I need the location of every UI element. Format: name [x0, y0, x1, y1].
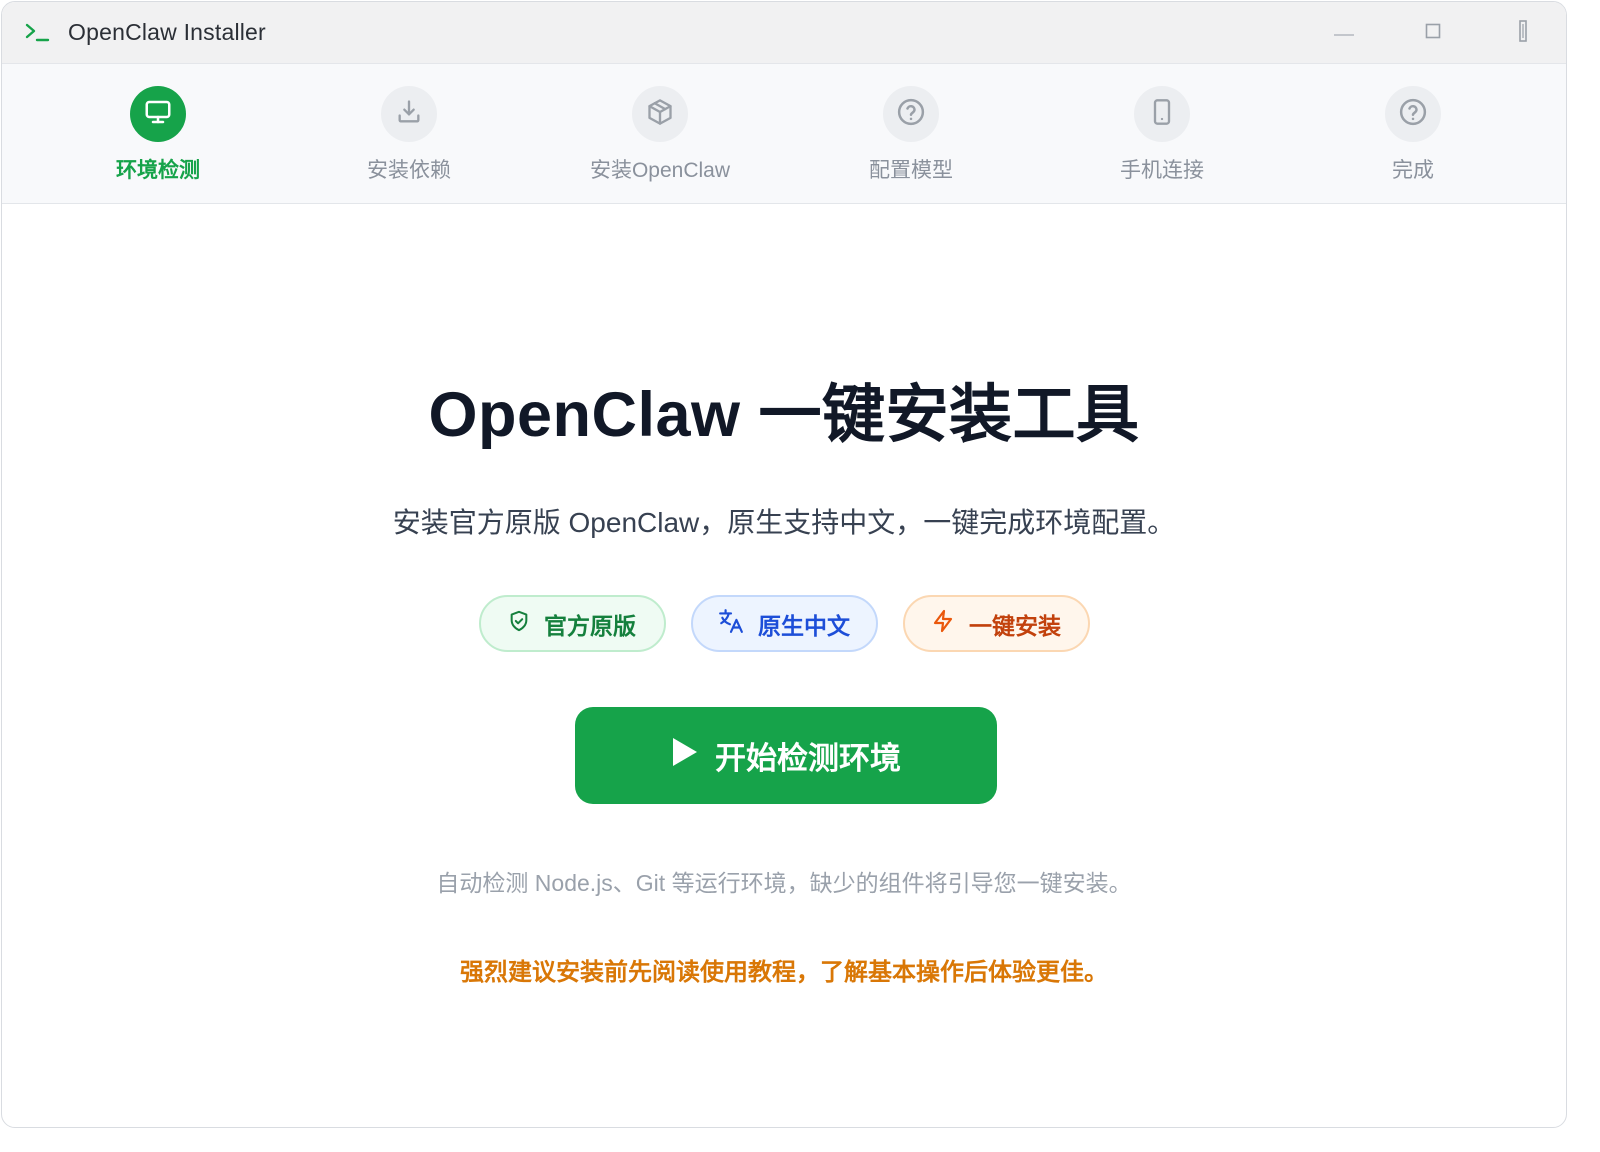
hint-text: 自动检测 Node.js、Git 等运行环境，缺少的组件将引导您一键安装。 — [436, 870, 1132, 896]
title-bar: OpenClaw Installer — [2, 2, 1566, 64]
close-button[interactable] — [1503, 14, 1543, 52]
maximize-icon — [1425, 23, 1441, 44]
step-label: 安装依赖 — [367, 159, 451, 182]
step-circle — [381, 86, 437, 142]
step-progress-bar: 环境检测 安装依赖 安装OpenClaw 配置模型 手机连接 完成 — [2, 64, 1566, 204]
smartphone-icon — [1148, 97, 1176, 132]
badge-label: 官方原版 — [544, 612, 636, 639]
badge-one-click: 一键安装 — [902, 595, 1090, 652]
start-check-button[interactable]: 开始检测环境 — [575, 707, 997, 804]
step-circle — [883, 86, 939, 142]
help-circle-icon — [896, 97, 926, 132]
step-circle — [130, 86, 186, 142]
step-environment-check[interactable]: 环境检测 — [58, 86, 258, 186]
package-icon — [646, 98, 674, 131]
step-phone-connect[interactable]: 手机连接 — [1062, 86, 1262, 186]
step-configure-model[interactable]: 配置模型 — [811, 86, 1011, 186]
minimize-icon — [1333, 24, 1355, 42]
installer-window: OpenClaw Installer 环境检测 安装依赖 安装OpenClaw … — [1, 1, 1567, 1128]
help-circle-icon — [1398, 97, 1428, 132]
step-install-deps[interactable]: 安装依赖 — [309, 86, 509, 186]
step-label: 完成 — [1392, 159, 1434, 182]
play-icon — [671, 736, 699, 776]
badge-label: 一键安装 — [969, 612, 1061, 639]
start-button-label: 开始检测环境 — [715, 741, 901, 776]
step-install-openclaw[interactable]: 安装OpenClaw — [560, 86, 760, 186]
download-icon — [395, 98, 423, 131]
step-circle — [1134, 86, 1190, 142]
monitor-icon — [143, 97, 173, 132]
shield-check-icon — [508, 609, 530, 639]
page-title: OpenClaw 一键安装工具 — [428, 380, 1140, 450]
step-label: 安装OpenClaw — [589, 159, 731, 182]
window-title: OpenClaw Installer — [68, 19, 266, 45]
minimize-button[interactable] — [1324, 14, 1364, 52]
page-subtitle: 安装官方原版 OpenClaw，原生支持中文，一键完成环境配置。 — [392, 507, 1176, 538]
translate-icon — [718, 608, 744, 640]
terminal-prompt-icon — [24, 20, 52, 46]
step-finish[interactable]: 完成 — [1313, 86, 1513, 186]
step-label: 手机连接 — [1120, 159, 1204, 182]
step-label: 环境检测 — [116, 159, 200, 182]
step-circle — [632, 86, 688, 142]
maximize-button[interactable] — [1413, 14, 1453, 52]
zap-icon — [931, 608, 955, 640]
badge-chinese: 原生中文 — [690, 595, 878, 652]
warning-text: 强烈建议安装前先阅读使用教程，了解基本操作后体验更佳。 — [460, 959, 1108, 986]
close-icon — [1518, 19, 1528, 47]
badge-label: 原生中文 — [758, 612, 850, 639]
feature-badges: 官方原版 原生中文 一键安装 — [2, 595, 1566, 652]
badge-official: 官方原版 — [478, 595, 666, 652]
step-label: 配置模型 — [869, 159, 953, 182]
step-circle — [1385, 86, 1441, 142]
